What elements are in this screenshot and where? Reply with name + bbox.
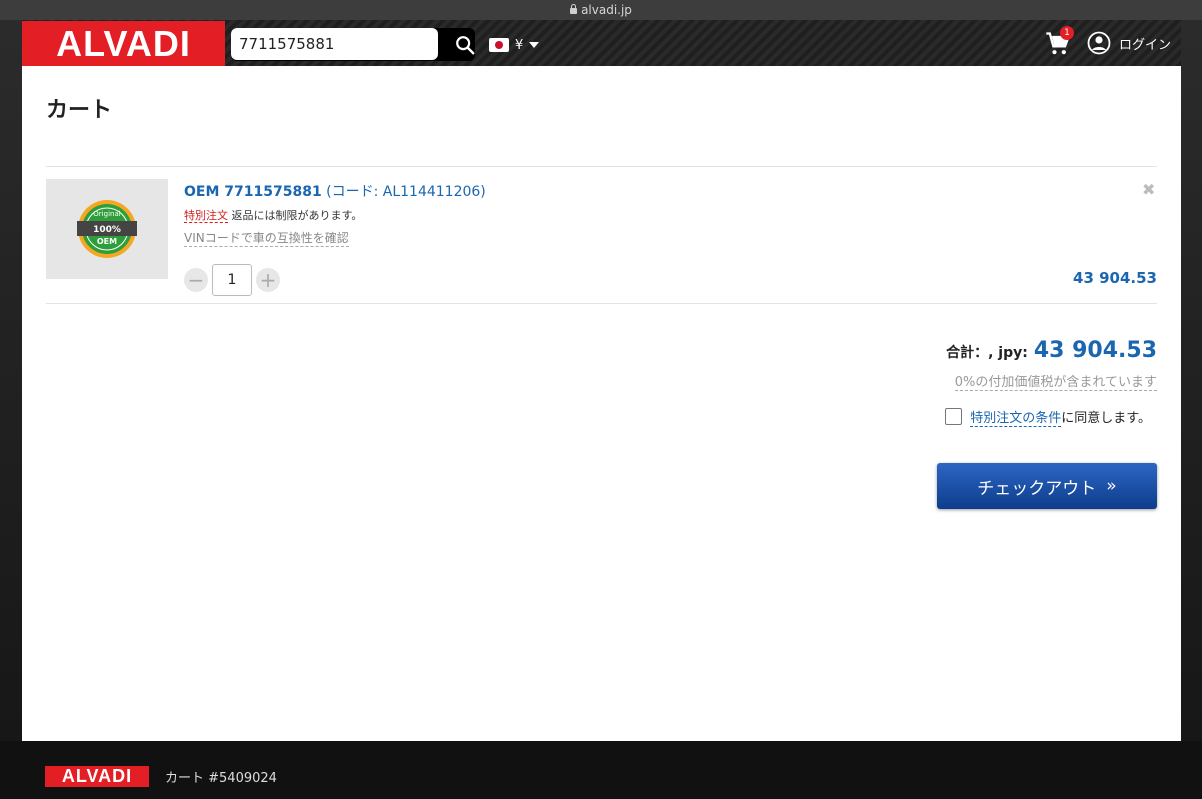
special-order-note: 特別注文 返品には制限があります。 xyxy=(184,207,362,223)
site-header: ALVADI ¥ 1 xyxy=(22,20,1181,66)
page-title: カート xyxy=(46,98,113,123)
product-code: (コード: AL114411206) xyxy=(321,184,486,200)
item-price: 43 904.53 xyxy=(1073,269,1157,287)
login-label: ログイン xyxy=(1119,37,1172,53)
cart-count-badge: 1 xyxy=(1060,26,1074,40)
vat-note[interactable]: 0%の付加価値税が含まれています xyxy=(954,371,1157,391)
badge-bottom-text: OEM xyxy=(97,237,117,246)
remove-item-icon[interactable]: ✖ xyxy=(1142,180,1155,199)
quantity-input[interactable] xyxy=(212,264,252,296)
total-value: 43 904.53 xyxy=(1033,338,1157,363)
decrease-quantity-button[interactable]: − xyxy=(184,268,208,292)
increase-quantity-button[interactable]: + xyxy=(256,268,280,292)
search-icon[interactable] xyxy=(454,34,476,56)
divider xyxy=(46,303,1157,304)
chevron-down-icon xyxy=(529,42,540,48)
search-bar xyxy=(231,28,475,61)
url-text: alvadi.jp xyxy=(581,3,632,17)
divider xyxy=(46,166,1157,167)
oem-badge-icon: Original 100% OEM xyxy=(77,200,137,258)
terms-checkbox[interactable] xyxy=(945,408,963,425)
terms-agreement: 特別注文の条件に同意します。 xyxy=(945,407,1151,427)
search-input[interactable] xyxy=(231,28,438,60)
product-title-link[interactable]: OEM 7711575881 (コード: AL114411206) xyxy=(184,181,486,201)
lock-icon xyxy=(570,4,578,14)
product-image[interactable]: Original 100% OEM xyxy=(46,179,168,279)
total-label: 合計：, jpy: xyxy=(946,345,1028,361)
return-restriction-text: 返品には制限があります。 xyxy=(228,209,363,222)
checkout-button[interactable]: チェックアウト » xyxy=(937,463,1157,509)
site-page: ALVADI ¥ 1 xyxy=(22,20,1181,741)
quantity-stepper: − + xyxy=(184,264,280,296)
vin-check-link[interactable]: VINコードで車の互換性を確認 xyxy=(184,229,349,247)
footer-logo[interactable]: ALVADI xyxy=(45,766,149,787)
login-link[interactable]: ログイン xyxy=(1087,31,1171,55)
site-footer: ALVADI カート #5409024 xyxy=(0,741,1202,799)
double-chevron-right-icon: » xyxy=(1106,476,1117,496)
address-bar[interactable]: alvadi.jp xyxy=(0,0,1202,20)
currency-symbol: ¥ xyxy=(515,37,524,53)
user-icon xyxy=(1087,31,1111,55)
japan-flag-icon xyxy=(489,38,509,52)
checkout-label: チェックアウト xyxy=(977,478,1097,499)
currency-selector[interactable]: ¥ xyxy=(489,35,540,55)
product-title-strong: OEM 7711575881 xyxy=(184,184,322,200)
browser-frame: alvadi.jp ALVADI ¥ 1 xyxy=(0,0,1202,799)
terms-link[interactable]: 特別注文の条件 xyxy=(970,411,1062,427)
badge-top-text: Original xyxy=(93,210,120,218)
badge-middle-text: 100% xyxy=(93,225,121,235)
terms-suffix: に同意します。 xyxy=(1061,411,1151,426)
cart-reference: カート #5409024 xyxy=(165,771,277,786)
order-total: 合計：, jpy: 43 904.53 xyxy=(946,338,1157,363)
special-order-label[interactable]: 特別注文 xyxy=(184,209,228,223)
site-logo[interactable]: ALVADI xyxy=(22,21,225,66)
